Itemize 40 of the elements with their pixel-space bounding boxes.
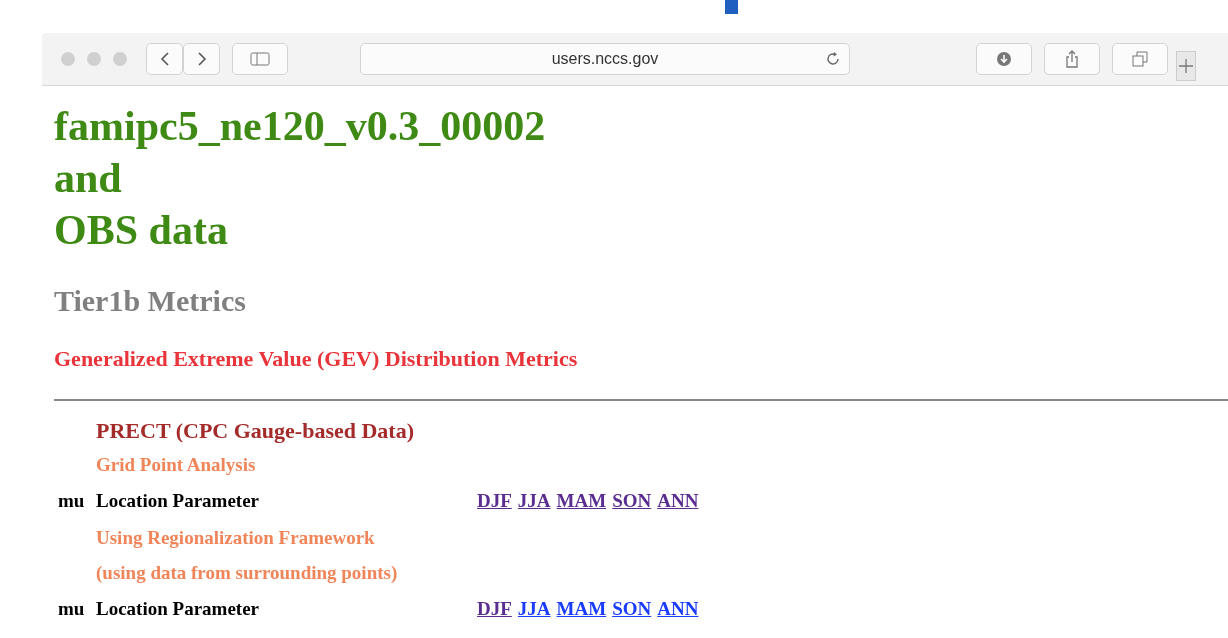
reload-icon[interactable] [825,51,841,67]
back-button[interactable] [146,43,183,75]
tab-indicator [725,0,738,14]
forward-button[interactable] [183,43,220,75]
group-heading: Grid Point Analysis [96,453,257,477]
tabs-icon [1132,51,1148,67]
parameter-symbol: mu [57,597,86,621]
season-link[interactable]: SON [612,590,652,628]
season-link[interactable]: MAM [556,482,607,520]
parameter-label: Location Parameter [96,597,261,621]
group-heading: (using data from surrounding points) [96,561,399,585]
section-heading: Generalized Extreme Value (GEV) Distribution Metrics [54,345,579,373]
sidebar-icon [250,52,270,66]
season-link[interactable]: MAM [556,590,607,628]
season-link[interactable]: JJA [517,590,551,628]
parameter-symbol: mu [57,489,86,513]
chevron-right-icon [196,51,207,67]
share-icon [1064,50,1080,68]
page-subtitle: Tier1b Metrics [54,284,247,318]
address-bar[interactable]: users.nccs.gov [360,43,850,75]
season-link[interactable]: ANN [657,590,699,628]
new-tab-button[interactable] [1176,51,1196,81]
page-title: OBS data [54,206,228,255]
chevron-left-icon [159,51,170,67]
group-heading: Using Regionalization Framework [96,526,376,550]
page-title: and [54,154,122,203]
season-link[interactable]: JJA [517,482,551,520]
plus-icon [1179,59,1193,73]
season-link[interactable]: DJF [477,590,512,628]
tabs-button[interactable] [1112,43,1168,75]
download-icon [996,51,1012,67]
season-link[interactable]: DJF [477,482,512,520]
variable-heading: PRECT (CPC Gauge-based Data) [96,417,415,445]
parameter-label: Location Parameter [96,489,261,513]
share-button[interactable] [1044,43,1100,75]
season-link[interactable]: ANN [657,482,699,520]
page-title: famipc5_ne120_v0.3_00002 [54,102,546,151]
sidebar-button[interactable] [232,43,288,75]
season-link[interactable]: SON [612,482,652,520]
download-button[interactable] [976,43,1032,75]
